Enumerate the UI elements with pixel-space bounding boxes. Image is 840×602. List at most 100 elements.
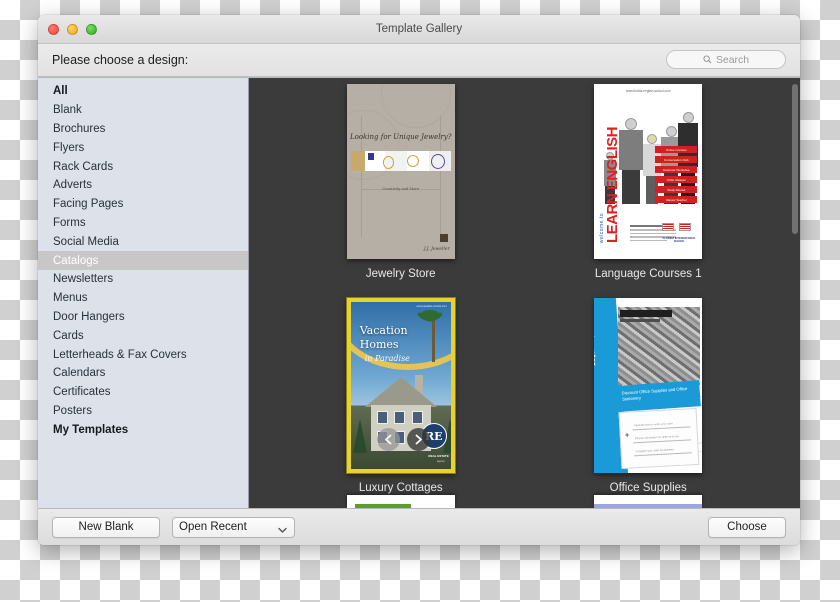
- sidebar-item-flyers[interactable]: Flyers: [38, 138, 248, 157]
- ring-shape: [430, 153, 445, 169]
- search-placeholder: Search: [715, 53, 750, 66]
- window-controls: [48, 23, 97, 35]
- close-button[interactable]: [48, 23, 59, 35]
- flag-icon: [662, 223, 675, 231]
- sidebar-item-cards[interactable]: Cards: [38, 326, 248, 345]
- thumbnail-signature: J.J. Jeweller: [423, 247, 450, 252]
- template-thumbnail[interactable]: Looking for Unique Jewelry? Creativity a…: [346, 84, 455, 259]
- template-label: Office Supplies: [609, 482, 687, 494]
- sidebar-item-rack-cards[interactable]: Rack Cards: [38, 157, 248, 176]
- thumbnail-art-office: discount center Discount Office Supplies…: [594, 298, 703, 473]
- gallery-scrollbar[interactable]: [792, 84, 798, 502]
- bottom-toolbar: New Blank Open Recent Choose: [38, 508, 800, 545]
- chevron-left-icon[interactable]: [376, 428, 400, 451]
- sidebar-item-certificates[interactable]: Certificates: [38, 383, 248, 402]
- sidebar-item-label: Calendars: [53, 367, 106, 380]
- sidebar-item-door-hangers[interactable]: Door Hangers: [38, 308, 248, 327]
- sidebar-item-label: Posters: [53, 404, 92, 417]
- template-grid-next-row: [249, 495, 800, 508]
- chevron-right-icon[interactable]: [406, 428, 430, 451]
- category-sidebar[interactable]: All Blank Brochures Flyers Rack Cards Ad…: [38, 78, 249, 508]
- template-label: Luxury Cottages: [358, 482, 443, 494]
- sidebar-item-all[interactable]: All: [38, 82, 248, 101]
- template-thumbnail-partial[interactable]: [594, 495, 703, 508]
- school-name: FLORIDA INTERNATIONAL SCHOOL: [662, 237, 696, 243]
- template-card-luxury-cottages[interactable]: www.paradise-rentals.com Vacation Homes …: [326, 298, 476, 494]
- sidebar-item-facing-pages[interactable]: Facing Pages: [38, 195, 248, 214]
- jewelry-photo-strip: [350, 150, 451, 171]
- sidebar-item-menus[interactable]: Menus: [38, 289, 248, 308]
- order-form-page: + Fill in the form to order your order F…: [618, 407, 700, 470]
- template-thumbnail[interactable]: www.florida-english-school.com welcome t…: [594, 84, 703, 259]
- side-band-text: discount center: [594, 302, 599, 366]
- thumbnail-title-line-2: Homes: [359, 338, 399, 351]
- course-menu-list: Online Courses Conversation Club Grammar…: [655, 146, 698, 206]
- sidebar-item-blank[interactable]: Blank: [38, 101, 248, 120]
- search-input[interactable]: Search: [666, 50, 786, 69]
- window-shape: [411, 411, 423, 424]
- palm-frond: [421, 310, 438, 316]
- thumbnail-headline: LEARN ENGLISH: [604, 126, 622, 243]
- zoom-button[interactable]: [86, 23, 97, 35]
- sidebar-item-social-media[interactable]: Social Media: [38, 232, 248, 251]
- template-card-office-supplies[interactable]: discount center Discount Office Supplies…: [573, 298, 723, 494]
- template-label: Language Courses 1: [594, 268, 702, 280]
- window-body: All Blank Brochures Flyers Rack Cards Ad…: [38, 77, 800, 508]
- template-grid: Looking for Unique Jewelry? Creativity a…: [249, 84, 800, 494]
- person-figure: [618, 118, 644, 204]
- open-recent-dropdown[interactable]: Open Recent: [172, 516, 295, 538]
- form-rule: [634, 452, 693, 457]
- flag-icon: [678, 223, 691, 231]
- sidebar-item-newsletters[interactable]: Newsletters: [38, 270, 248, 289]
- sidebar-item-label: Social Media: [53, 235, 119, 248]
- choose-button[interactable]: Choose: [708, 516, 786, 538]
- open-recent-label: Open Recent: [179, 521, 247, 533]
- template-thumbnail[interactable]: discount center Discount Office Supplies…: [594, 298, 703, 473]
- sidebar-item-label: Adverts: [53, 179, 92, 192]
- window-shape: [393, 411, 405, 424]
- sidebar-item-label: My Templates: [53, 423, 129, 436]
- realestate-logo-text: REAL ESTATE: [428, 454, 449, 458]
- new-blank-button[interactable]: New Blank: [52, 516, 160, 538]
- sidebar-item-label: All: [53, 85, 68, 98]
- gallery-scrollbar-thumb[interactable]: [792, 84, 798, 234]
- palm-trunk: [431, 318, 435, 362]
- course-menu-item: Study Abroad: [655, 186, 698, 193]
- template-label: Jewelry Store: [365, 268, 436, 280]
- jewelry-logo-mark: [439, 234, 448, 242]
- thumbnail-title-line-3: in Paradise: [364, 354, 410, 363]
- sidebar-item-my-templates[interactable]: My Templates: [38, 420, 248, 439]
- search-icon: [703, 55, 712, 64]
- form-rule: [632, 426, 691, 431]
- course-menu-item: Online Courses: [655, 146, 698, 153]
- sidebar-item-label: Blank: [53, 104, 82, 117]
- sidebar-item-adverts[interactable]: Adverts: [38, 176, 248, 195]
- thumbnail-art-jewelry: Looking for Unique Jewelry? Creativity a…: [346, 84, 455, 259]
- sidebar-item-forms[interactable]: Forms: [38, 214, 248, 233]
- sidebar-item-label: Newsletters: [53, 273, 114, 286]
- sidebar-item-calendars[interactable]: Calendars: [38, 364, 248, 383]
- sidebar-item-label: Brochures: [53, 122, 106, 135]
- sidebar-item-label: Cards: [53, 329, 84, 342]
- template-thumbnail-partial[interactable]: [346, 495, 455, 508]
- sidebar-item-letterheads-fax-covers[interactable]: Letterheads & Fax Covers: [38, 345, 248, 364]
- template-thumbnail-selected[interactable]: www.paradise-rentals.com Vacation Homes …: [346, 298, 455, 473]
- sidebar-item-posters[interactable]: Posters: [38, 402, 248, 421]
- thumbnail-url: www.florida-english-school.com: [625, 89, 671, 93]
- course-menu-item: Conversation Club: [655, 156, 698, 163]
- sidebar-item-label: Certificates: [53, 386, 111, 399]
- chevron-down-icon: [278, 525, 287, 537]
- minimize-button[interactable]: [67, 23, 78, 35]
- prompt-bar: Please choose a design: Search: [38, 44, 800, 77]
- ring-shape: [406, 154, 419, 167]
- thumbnail-art-cottage: www.paradise-rentals.com Vacation Homes …: [350, 302, 451, 469]
- sidebar-item-brochures[interactable]: Brochures: [38, 120, 248, 139]
- template-card-jewelry-store[interactable]: Looking for Unique Jewelry? Creativity a…: [326, 84, 476, 280]
- window-titlebar: Template Gallery: [38, 15, 800, 44]
- ring-shape: [382, 155, 394, 169]
- sidebar-item-catalogs[interactable]: Catalogs: [38, 251, 248, 270]
- template-card-language-courses-1[interactable]: www.florida-english-school.com welcome t…: [573, 84, 723, 280]
- roof: [364, 377, 437, 407]
- sidebar-item-label: Flyers: [53, 141, 85, 154]
- template-gallery-grid[interactable]: Looking for Unique Jewelry? Creativity a…: [249, 78, 800, 508]
